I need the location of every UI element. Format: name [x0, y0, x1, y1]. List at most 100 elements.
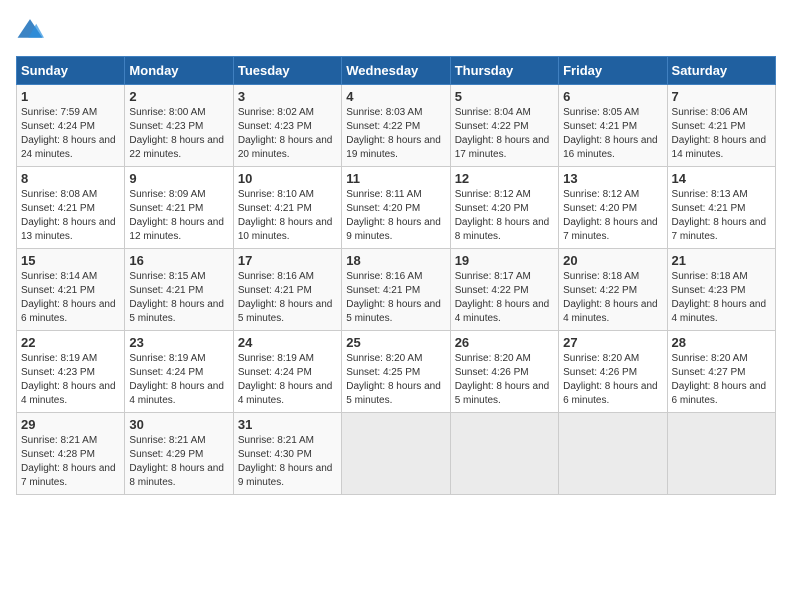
- cell-info: Sunrise: 8:20 AMSunset: 4:27 PMDaylight:…: [672, 352, 771, 408]
- calendar-cell: 26Sunrise: 8:20 AMSunset: 4:26 PMDayligh…: [450, 331, 558, 413]
- day-number: 7: [672, 89, 771, 104]
- cell-info: Sunrise: 8:08 AMSunset: 4:21 PMDaylight:…: [21, 188, 120, 244]
- day-number: 22: [21, 335, 120, 350]
- cell-info: Sunrise: 8:20 AMSunset: 4:26 PMDaylight:…: [563, 352, 662, 408]
- cell-info: Sunrise: 8:04 AMSunset: 4:22 PMDaylight:…: [455, 106, 554, 162]
- cell-info: Sunrise: 8:13 AMSunset: 4:21 PMDaylight:…: [672, 188, 771, 244]
- day-number: 5: [455, 89, 554, 104]
- cell-info: Sunrise: 8:21 AMSunset: 4:29 PMDaylight:…: [129, 434, 228, 490]
- day-number: 28: [672, 335, 771, 350]
- calendar-cell: 30 Sunrise: 8:21 AMSunset: 4:29 PMDayligh…: [125, 413, 233, 495]
- calendar-cell: 7 Sunrise: 8:06 AMSunset: 4:21 PMDaylight…: [667, 85, 775, 167]
- cell-info: Sunrise: 8:00 AMSunset: 4:23 PMDaylight:…: [129, 106, 228, 162]
- cell-info: Sunrise: 8:19 AMSunset: 4:24 PMDaylight:…: [129, 352, 228, 408]
- cell-info: Sunrise: 8:11 AMSunset: 4:20 PMDaylight:…: [346, 188, 445, 244]
- cell-info: Sunrise: 8:18 AMSunset: 4:23 PMDaylight:…: [672, 270, 771, 326]
- cell-info: Sunrise: 8:15 AMSunset: 4:21 PMDaylight:…: [129, 270, 228, 326]
- day-number: 25: [346, 335, 445, 350]
- day-number: 10: [238, 171, 337, 186]
- cell-info: Sunrise: 8:02 AMSunset: 4:23 PMDaylight:…: [238, 106, 337, 162]
- calendar-cell: 20 Sunrise: 8:18 AMSunset: 4:22 PMDayligh…: [559, 249, 667, 331]
- day-number: 16: [129, 253, 228, 268]
- cell-info: Sunrise: 8:06 AMSunset: 4:21 PMDaylight:…: [672, 106, 771, 162]
- calendar-cell: 14Sunrise: 8:13 AMSunset: 4:21 PMDayligh…: [667, 167, 775, 249]
- day-number: 18: [346, 253, 445, 268]
- calendar-cell: 31 Sunrise: 8:21 AMSunset: 4:30 PMDayligh…: [233, 413, 341, 495]
- calendar-header-row: SundayMondayTuesdayWednesdayThursdayFrid…: [17, 57, 776, 85]
- calendar-cell: 24Sunrise: 8:19 AMSunset: 4:24 PMDayligh…: [233, 331, 341, 413]
- calendar-cell: 3 Sunrise: 8:02 AMSunset: 4:23 PMDaylight…: [233, 85, 341, 167]
- calendar-cell: 1Sunrise: 7:59 AMSunset: 4:24 PMDaylight…: [17, 85, 125, 167]
- calendar-cell: 27 Sunrise: 8:20 AMSunset: 4:26 PMDayligh…: [559, 331, 667, 413]
- day-header-tuesday: Tuesday: [233, 57, 341, 85]
- day-number: 31: [238, 417, 337, 432]
- day-header-sunday: Sunday: [17, 57, 125, 85]
- day-number: 23: [129, 335, 228, 350]
- calendar-cell: 22 Sunrise: 8:19 AMSunset: 4:23 PMDayligh…: [17, 331, 125, 413]
- cell-info: Sunrise: 8:20 AMSunset: 4:25 PMDaylight:…: [346, 352, 445, 408]
- header: [16, 16, 776, 44]
- calendar-cell: 4Sunrise: 8:03 AMSunset: 4:22 PMDaylight…: [342, 85, 450, 167]
- day-number: 12: [455, 171, 554, 186]
- day-header-thursday: Thursday: [450, 57, 558, 85]
- day-number: 17: [238, 253, 337, 268]
- week-row-2: 8 Sunrise: 8:08 AMSunset: 4:21 PMDaylight…: [17, 167, 776, 249]
- week-row-3: 15 Sunrise: 8:14 AMSunset: 4:21 PMDayligh…: [17, 249, 776, 331]
- cell-info: Sunrise: 8:19 AMSunset: 4:23 PMDaylight:…: [21, 352, 120, 408]
- calendar-cell: 5 Sunrise: 8:04 AMSunset: 4:22 PMDaylight…: [450, 85, 558, 167]
- calendar-cell: 12 Sunrise: 8:12 AMSunset: 4:20 PMDayligh…: [450, 167, 558, 249]
- calendar-cell: 6 Sunrise: 8:05 AMSunset: 4:21 PMDaylight…: [559, 85, 667, 167]
- calendar-cell: 2 Sunrise: 8:00 AMSunset: 4:23 PMDaylight…: [125, 85, 233, 167]
- day-number: 11: [346, 171, 445, 186]
- calendar-cell: 21 Sunrise: 8:18 AMSunset: 4:23 PMDayligh…: [667, 249, 775, 331]
- day-number: 30: [129, 417, 228, 432]
- calendar-cell: [342, 413, 450, 495]
- day-number: 8: [21, 171, 120, 186]
- calendar-cell: 28 Sunrise: 8:20 AMSunset: 4:27 PMDayligh…: [667, 331, 775, 413]
- day-number: 2: [129, 89, 228, 104]
- day-number: 29: [21, 417, 120, 432]
- cell-info: Sunrise: 8:14 AMSunset: 4:21 PMDaylight:…: [21, 270, 120, 326]
- calendar-cell: 15 Sunrise: 8:14 AMSunset: 4:21 PMDayligh…: [17, 249, 125, 331]
- day-header-saturday: Saturday: [667, 57, 775, 85]
- day-number: 4: [346, 89, 445, 104]
- calendar-cell: 11 Sunrise: 8:11 AMSunset: 4:20 PMDayligh…: [342, 167, 450, 249]
- cell-info: Sunrise: 8:21 AMSunset: 4:28 PMDaylight:…: [21, 434, 120, 490]
- logo: [16, 16, 48, 44]
- day-header-monday: Monday: [125, 57, 233, 85]
- calendar-cell: 8 Sunrise: 8:08 AMSunset: 4:21 PMDaylight…: [17, 167, 125, 249]
- day-number: 1: [21, 89, 120, 104]
- cell-info: Sunrise: 8:12 AMSunset: 4:20 PMDaylight:…: [455, 188, 554, 244]
- cell-info: Sunrise: 8:09 AMSunset: 4:21 PMDaylight:…: [129, 188, 228, 244]
- cell-info: Sunrise: 8:21 AMSunset: 4:30 PMDaylight:…: [238, 434, 337, 490]
- day-number: 20: [563, 253, 662, 268]
- day-header-friday: Friday: [559, 57, 667, 85]
- day-number: 3: [238, 89, 337, 104]
- cell-info: Sunrise: 8:12 AMSunset: 4:20 PMDaylight:…: [563, 188, 662, 244]
- calendar-cell: 29 Sunrise: 8:21 AMSunset: 4:28 PMDayligh…: [17, 413, 125, 495]
- cell-info: Sunrise: 8:05 AMSunset: 4:21 PMDaylight:…: [563, 106, 662, 162]
- day-number: 21: [672, 253, 771, 268]
- day-number: 19: [455, 253, 554, 268]
- day-header-wednesday: Wednesday: [342, 57, 450, 85]
- calendar-cell: [450, 413, 558, 495]
- day-number: 24: [238, 335, 337, 350]
- day-number: 13: [563, 171, 662, 186]
- cell-info: Sunrise: 8:17 AMSunset: 4:22 PMDaylight:…: [455, 270, 554, 326]
- calendar-cell: [667, 413, 775, 495]
- calendar-cell: 10 Sunrise: 8:10 AMSunset: 4:21 PMDayligh…: [233, 167, 341, 249]
- calendar-cell: 9 Sunrise: 8:09 AMSunset: 4:21 PMDaylight…: [125, 167, 233, 249]
- day-number: 27: [563, 335, 662, 350]
- calendar-cell: [559, 413, 667, 495]
- day-number: 9: [129, 171, 228, 186]
- calendar-cell: 23 Sunrise: 8:19 AMSunset: 4:24 PMDayligh…: [125, 331, 233, 413]
- logo-icon: [16, 16, 44, 44]
- cell-info: Sunrise: 8:16 AMSunset: 4:21 PMDaylight:…: [238, 270, 337, 326]
- day-number: 15: [21, 253, 120, 268]
- calendar-table: SundayMondayTuesdayWednesdayThursdayFrid…: [16, 56, 776, 495]
- cell-info: Sunrise: 8:10 AMSunset: 4:21 PMDaylight:…: [238, 188, 337, 244]
- cell-info: Sunrise: 8:18 AMSunset: 4:22 PMDaylight:…: [563, 270, 662, 326]
- week-row-4: 22 Sunrise: 8:19 AMSunset: 4:23 PMDayligh…: [17, 331, 776, 413]
- day-number: 6: [563, 89, 662, 104]
- week-row-1: 1Sunrise: 7:59 AMSunset: 4:24 PMDaylight…: [17, 85, 776, 167]
